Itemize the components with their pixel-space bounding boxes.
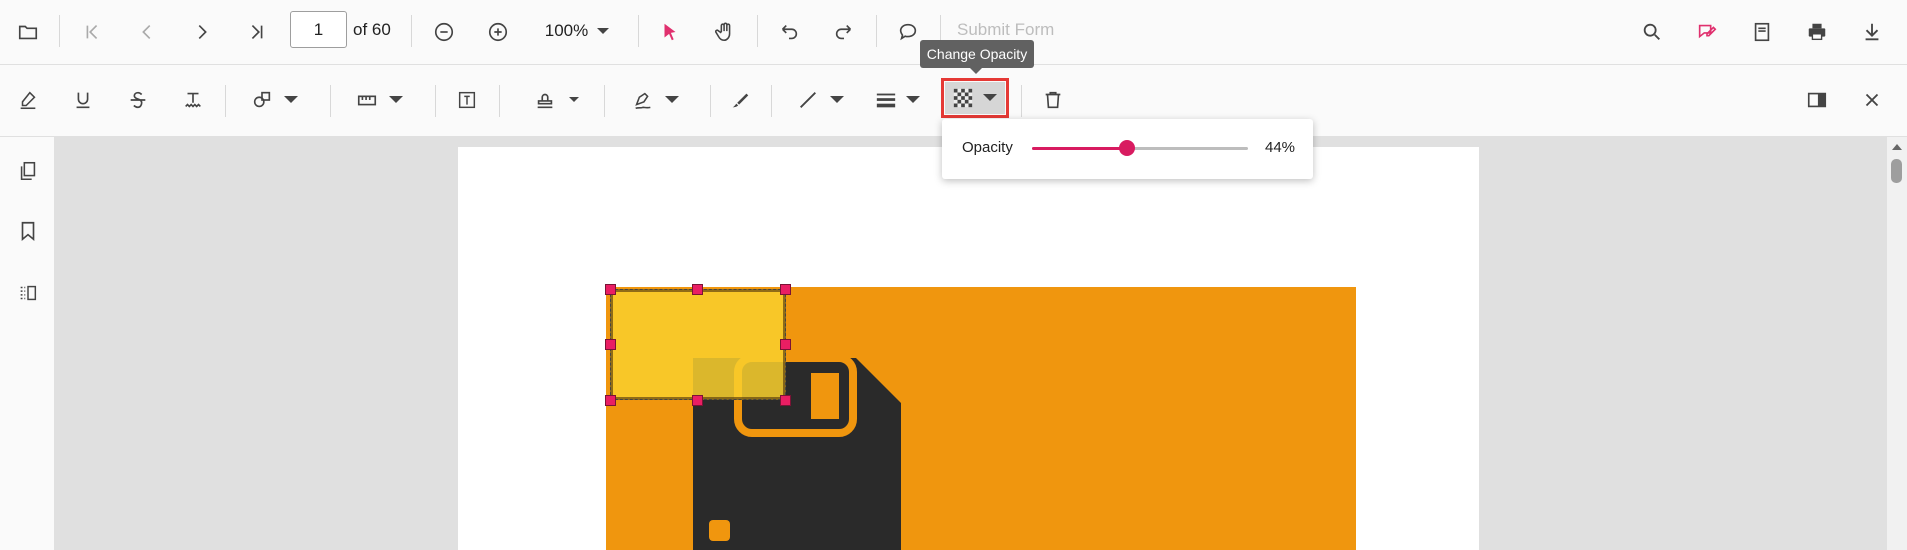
tooltip-arrow (969, 67, 983, 74)
last-page-icon[interactable] (243, 18, 271, 46)
chevron-down-icon (596, 26, 610, 36)
toolbar-separator (411, 15, 412, 47)
underline-icon[interactable] (69, 86, 97, 114)
toolbar-separator (757, 15, 758, 47)
measure-icon (356, 89, 378, 111)
document-viewer[interactable] (55, 137, 1887, 550)
select-pointer-icon[interactable] (656, 18, 684, 46)
resize-handle[interactable] (780, 284, 791, 295)
opacity-value: 44% (1265, 139, 1296, 156)
resize-handle[interactable] (692, 395, 703, 406)
shapes-dropdown[interactable] (243, 86, 307, 114)
page-thumbnails-icon[interactable] (14, 157, 42, 185)
scroll-thumb[interactable] (1891, 159, 1902, 183)
chevron-down-icon (829, 95, 845, 105)
free-text-icon[interactable] (453, 86, 481, 114)
chevron-down-icon (283, 95, 299, 105)
highlight-icon[interactable] (14, 86, 42, 114)
shapes-icon (251, 89, 273, 111)
comment-icon[interactable] (894, 18, 922, 46)
chevron-down-icon (388, 95, 404, 105)
opacity-button-highlight (941, 78, 1009, 118)
stamp-dropdown[interactable] (527, 86, 587, 114)
pan-hand-icon[interactable] (711, 18, 739, 46)
signature-dropdown[interactable] (624, 86, 688, 114)
download-icon[interactable] (1858, 18, 1886, 46)
stroke-thickness-icon (875, 89, 897, 111)
page-count-label: of 60 (353, 20, 391, 39)
toolbar-separator (330, 85, 331, 117)
opacity-slider-thumb[interactable] (1119, 140, 1136, 156)
organize-pages-icon[interactable] (14, 279, 42, 307)
zoom-in-icon[interactable] (484, 18, 512, 46)
resize-handle[interactable] (605, 339, 616, 350)
edit-annotation-icon[interactable] (1693, 18, 1721, 46)
signature-icon (632, 89, 654, 111)
close-icon[interactable] (1858, 86, 1886, 114)
toolbar-separator (876, 15, 877, 47)
opacity-label: Opacity (962, 139, 1013, 156)
first-page-icon[interactable] (78, 18, 106, 46)
resize-handle[interactable] (780, 339, 791, 350)
page-number-input[interactable] (290, 11, 347, 48)
toolbar-separator (771, 85, 772, 117)
stamp-icon (534, 89, 556, 111)
squiggly-icon[interactable] (179, 86, 207, 114)
opacity-slider-fill (1032, 147, 1128, 150)
search-icon[interactable] (1638, 18, 1666, 46)
line-icon (797, 89, 819, 111)
strikethrough-icon[interactable] (124, 86, 152, 114)
tooltip-text: Change Opacity (926, 46, 1028, 62)
tooltip: Change Opacity (920, 40, 1034, 68)
vertical-scrollbar[interactable] (1887, 137, 1907, 550)
toolbar-separator (1021, 85, 1022, 117)
navigation-sidebar (0, 137, 55, 550)
zoom-dropdown[interactable]: 100% (540, 14, 615, 48)
form-designer-icon[interactable] (1748, 18, 1776, 46)
toolbar-separator (225, 85, 226, 117)
toolbar-separator (604, 85, 605, 117)
resize-handle[interactable] (692, 284, 703, 295)
undo-icon[interactable] (775, 18, 803, 46)
comment-panel-icon[interactable] (1803, 86, 1831, 114)
chevron-down-icon (905, 95, 921, 105)
opacity-slider[interactable] (1032, 140, 1248, 156)
toolbar-separator (435, 85, 436, 117)
toolbar-separator (638, 15, 639, 47)
line-dropdown[interactable] (789, 86, 853, 114)
toolbar-separator (499, 85, 500, 117)
ink-icon[interactable] (726, 86, 754, 114)
stroke-thickness-dropdown[interactable] (870, 86, 926, 114)
open-file-icon[interactable] (14, 18, 42, 46)
zoom-level: 100% (544, 21, 589, 40)
selection-outline (610, 289, 786, 400)
print-icon[interactable] (1803, 18, 1831, 46)
resize-handle[interactable] (605, 284, 616, 295)
chevron-down-icon (664, 95, 680, 105)
previous-page-icon[interactable] (133, 18, 161, 46)
toolbar-separator (710, 85, 711, 117)
resize-handle[interactable] (605, 395, 616, 406)
redo-icon[interactable] (830, 18, 858, 46)
next-page-icon[interactable] (188, 18, 216, 46)
pdf-page[interactable] (458, 147, 1479, 550)
delete-icon[interactable] (1039, 86, 1067, 114)
measure-dropdown[interactable] (348, 86, 412, 114)
zoom-out-icon[interactable] (430, 18, 458, 46)
bookmark-icon[interactable] (14, 217, 42, 245)
resize-handle[interactable] (780, 395, 791, 406)
chevron-down-icon (568, 96, 580, 104)
submit-form-button[interactable]: Submit Form (957, 20, 1054, 40)
scroll-up-arrow-icon[interactable] (1892, 143, 1902, 151)
opacity-popup: Opacity 44% (942, 119, 1313, 179)
toolbar-separator (59, 15, 60, 47)
